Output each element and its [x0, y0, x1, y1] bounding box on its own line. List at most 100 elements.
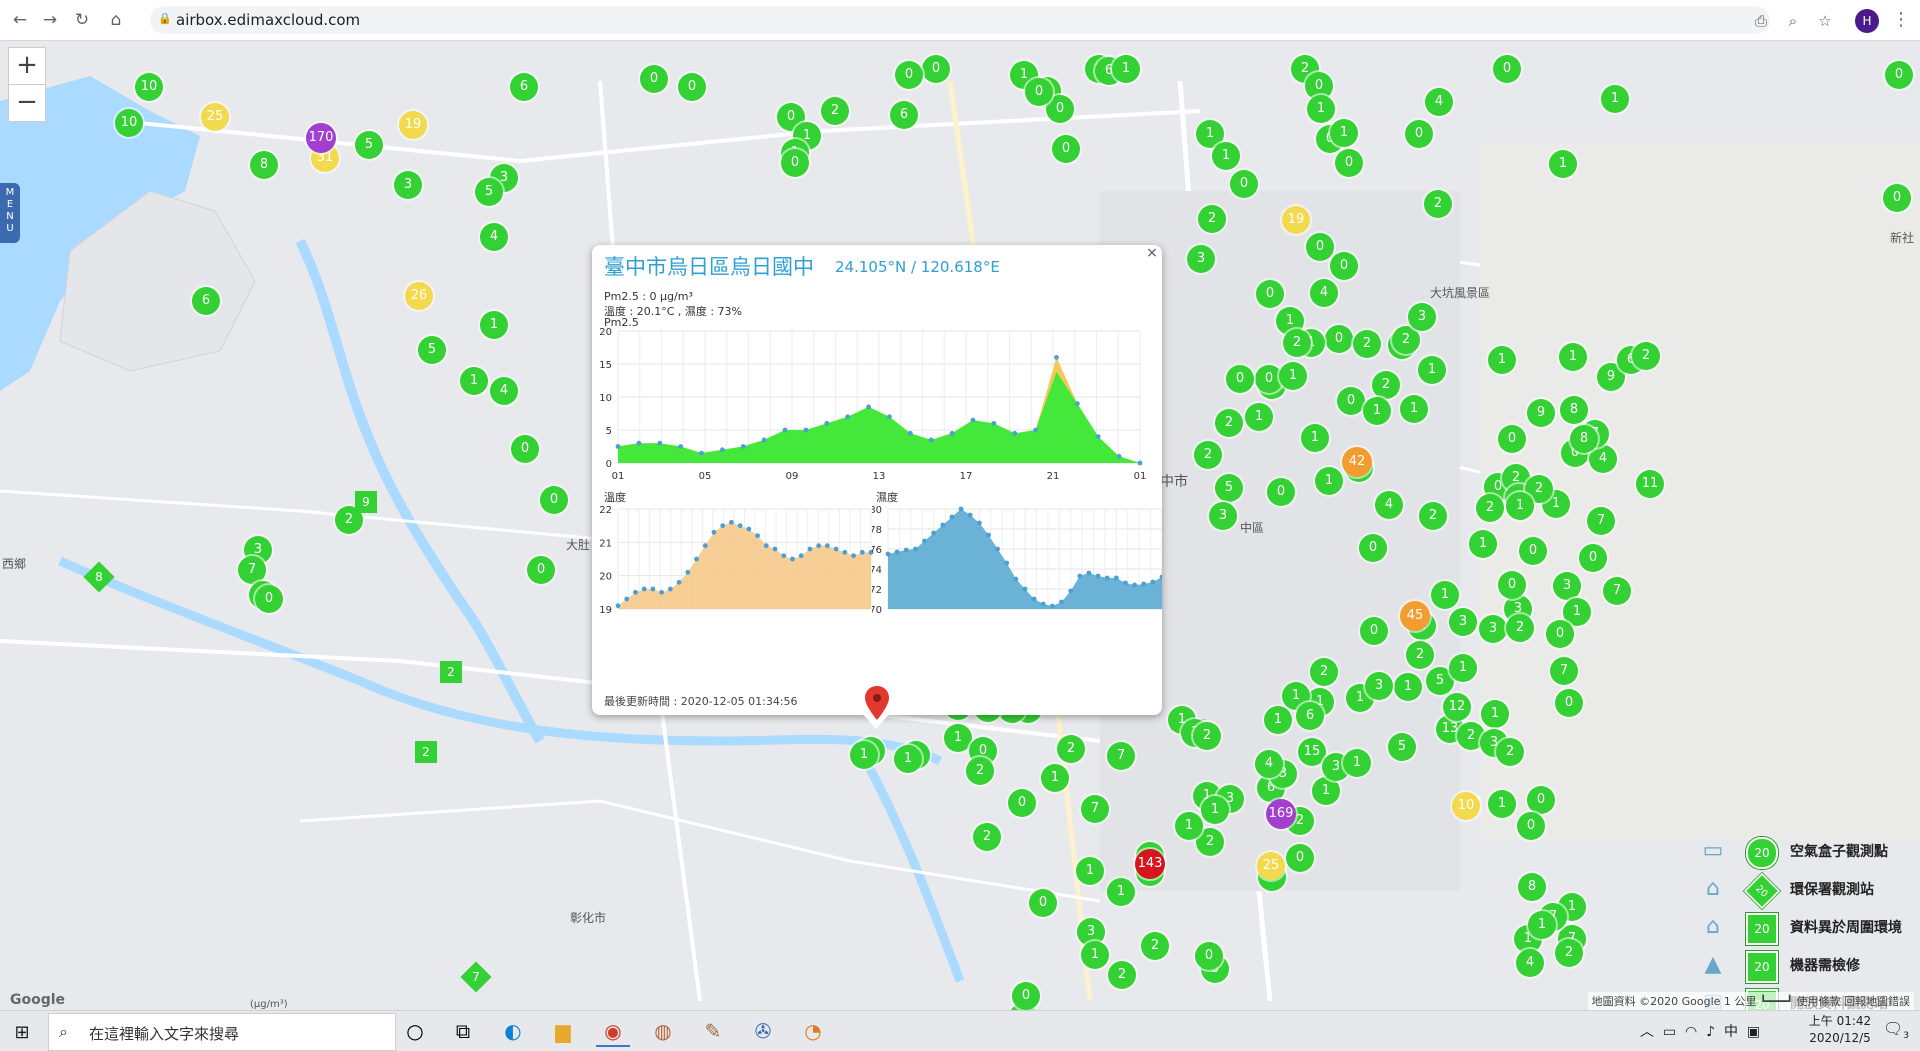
map-canvas[interactable]: 大肚 大里區 彰化市 中市 中區 西鄉 大坑風景區 新社 10100001000… [0, 41, 1920, 1010]
airbox-marker[interactable]: 0 [781, 149, 809, 177]
airbox-marker[interactable]: 0 [1885, 61, 1913, 89]
airbox-marker[interactable]: 169 [1266, 799, 1296, 829]
airbox-marker[interactable]: 0 [540, 486, 568, 514]
airbox-marker[interactable]: 0 [1883, 184, 1911, 212]
zoom-in-button[interactable]: + [8, 47, 46, 85]
airbox-marker[interactable]: 0 [922, 55, 950, 83]
airbox-marker[interactable]: 5 [1388, 733, 1416, 761]
airbox-marker[interactable]: 9 [1527, 399, 1555, 427]
airbox-marker[interactable]: 0 [1527, 786, 1555, 814]
airbox-marker[interactable]: 0 [895, 61, 923, 89]
forward-icon[interactable]: → [40, 10, 60, 30]
airbox-marker[interactable]: 11 [1636, 470, 1664, 498]
airbox-marker[interactable]: 7 [1107, 742, 1135, 770]
airbox-marker[interactable]: 2 [1057, 735, 1085, 763]
airbox-marker[interactable]: 0 [511, 435, 539, 463]
airbox-marker[interactable]: 1 [1601, 85, 1629, 113]
airbox-marker[interactable]: 0 [1337, 387, 1365, 415]
system-clock[interactable]: 上午 01:42 2020/12/5 [1800, 1013, 1880, 1047]
airbox-marker[interactable]: 1 [1307, 95, 1335, 123]
task-view-icon[interactable]: ⧉ [446, 1017, 480, 1045]
app-icon-2[interactable]: ✎ [696, 1017, 730, 1045]
epa-station-marker[interactable]: 7 [460, 961, 492, 993]
system-tray[interactable]: ︿ ▭ ◠ ♪ 中 ▣ [1640, 1021, 1760, 1041]
airbox-marker[interactable]: 1 [1279, 362, 1307, 390]
airbox-marker[interactable]: 0 [1025, 78, 1053, 106]
airbox-marker[interactable]: 1 [1363, 397, 1391, 425]
airbox-marker[interactable]: 1 [1041, 764, 1069, 792]
battery-icon[interactable]: ▭ [1663, 1024, 1676, 1040]
airbox-marker[interactable]: 4 [1425, 88, 1453, 116]
app-icon-1[interactable]: ◍ [646, 1017, 680, 1045]
url-text[interactable]: airbox.edimaxcloud.com [176, 11, 360, 29]
back-icon[interactable]: ← [10, 10, 30, 30]
airbox-marker[interactable]: 5 [475, 178, 503, 206]
airbox-marker[interactable]: 0 [1519, 537, 1547, 565]
airbox-marker[interactable]: 6 [192, 287, 220, 315]
airbox-marker[interactable]: 10 [1452, 792, 1480, 820]
airbox-marker[interactable]: 6 [1296, 702, 1324, 730]
airbox-marker[interactable]: 3 [1408, 303, 1436, 331]
airbox-marker[interactable]: 1 [1449, 654, 1477, 682]
airbox-marker[interactable]: 1 [1312, 777, 1340, 805]
airbox-marker[interactable]: 2 [1108, 961, 1136, 989]
airbox-marker[interactable]: 0 [1360, 617, 1388, 645]
airbox-marker[interactable]: 2 [1283, 329, 1311, 357]
airbox-marker[interactable]: 3 [1365, 672, 1393, 700]
airbox-marker[interactable]: 4 [1516, 949, 1544, 977]
airbox-marker[interactable]: 6 [890, 101, 918, 129]
airbox-marker[interactable]: 2 [1632, 342, 1660, 370]
airbox-marker[interactable]: 8 [1560, 396, 1588, 424]
opendata-station-marker[interactable]: 9 [355, 491, 377, 513]
airbox-marker[interactable]: 170 [306, 123, 336, 153]
file-explorer-icon[interactable]: ▆ [546, 1017, 580, 1045]
epa-station-marker[interactable]: 8 [83, 561, 115, 593]
airbox-marker[interactable]: 3 [1187, 245, 1215, 273]
airbox-marker[interactable]: 143 [1135, 849, 1165, 879]
airbox-marker[interactable]: 25 [201, 103, 229, 131]
airbox-marker[interactable]: 0 [1052, 135, 1080, 163]
airbox-marker[interactable]: 25 [1257, 852, 1285, 880]
airbox-marker[interactable]: 10 [115, 109, 143, 137]
airbox-marker[interactable]: 1 [944, 724, 972, 752]
airbox-marker[interactable]: 0 [255, 585, 283, 613]
address-bar[interactable]: 🔒 airbox.edimaxcloud.com [150, 6, 1770, 34]
close-icon[interactable]: × [1144, 245, 1160, 261]
airbox-marker[interactable]: 2 [1506, 614, 1534, 642]
airbox-marker[interactable]: 1 [1245, 403, 1273, 431]
volume-icon[interactable]: ♪ [1706, 1024, 1715, 1040]
airbox-marker[interactable]: 1 [850, 741, 878, 769]
location-pin-icon[interactable] [865, 686, 889, 720]
airbox-marker[interactable]: 3 [1479, 615, 1507, 643]
airbox-marker[interactable]: 26 [405, 282, 433, 310]
airbox-marker[interactable]: 0 [1493, 55, 1521, 83]
keyboard-icon[interactable]: ▣ [1747, 1024, 1760, 1040]
ime-indicator[interactable]: 中 [1724, 1024, 1738, 1040]
airbox-marker[interactable]: 5 [418, 336, 446, 364]
airbox-marker[interactable]: 1 [1488, 790, 1516, 818]
profile-avatar[interactable]: H [1855, 9, 1879, 33]
airbox-marker[interactable]: 1 [1343, 749, 1371, 777]
airbox-marker[interactable]: 1 [1076, 857, 1104, 885]
windows-start-icon[interactable]: ⊞ [10, 1021, 34, 1045]
airbox-marker[interactable]: 0 [1359, 534, 1387, 562]
airbox-marker[interactable]: 3 [1553, 572, 1581, 600]
airbox-marker[interactable]: 0 [1330, 252, 1358, 280]
airbox-marker[interactable]: 7 [1081, 795, 1109, 823]
airbox-marker[interactable]: 7 [1603, 577, 1631, 605]
airbox-marker[interactable]: 0 [1286, 844, 1314, 872]
airbox-marker[interactable]: 0 [1498, 571, 1526, 599]
airbox-marker[interactable]: 2 [1555, 939, 1583, 967]
airbox-marker[interactable]: 1 [1175, 812, 1203, 840]
airbox-marker[interactable]: 0 [1579, 544, 1607, 572]
airbox-marker[interactable]: 6 [510, 73, 538, 101]
zoom-out-button[interactable]: − [8, 84, 46, 122]
airbox-marker[interactable]: 0 [1546, 620, 1574, 648]
airbox-marker[interactable]: 5 [1215, 474, 1243, 502]
airbox-marker[interactable]: 1 [1506, 492, 1534, 520]
chrome-icon[interactable]: ◉ [596, 1017, 630, 1047]
airbox-marker[interactable]: 1 [1469, 530, 1497, 558]
airbox-marker[interactable]: 1 [1107, 878, 1135, 906]
airbox-marker[interactable]: 0 [1498, 425, 1526, 453]
star-icon[interactable]: ☆ [1814, 10, 1836, 32]
